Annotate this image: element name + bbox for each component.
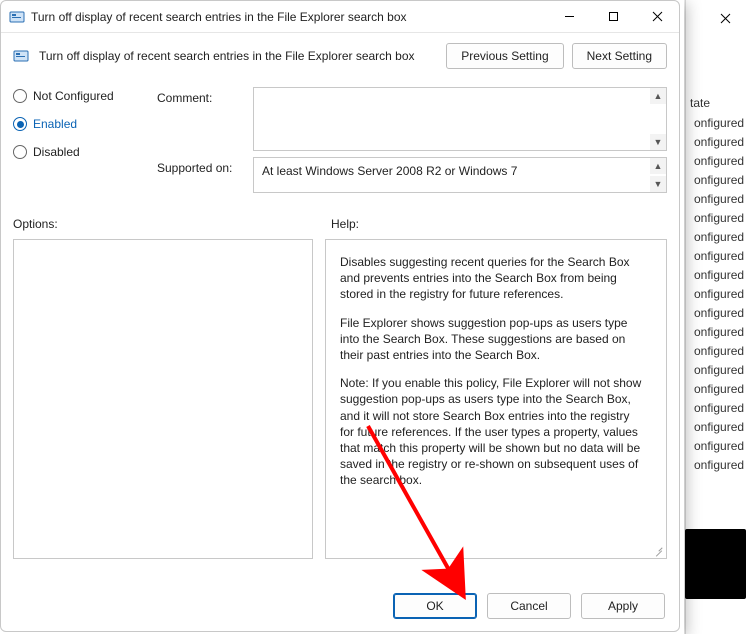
- bg-state-item[interactable]: onfigured: [690, 342, 744, 361]
- bg-state-list: onfiguredonfiguredonfiguredonfiguredonfi…: [690, 114, 744, 475]
- scroll-down-icon[interactable]: ▼: [650, 176, 666, 192]
- bg-state-item[interactable]: onfigured: [690, 190, 744, 209]
- radio-label: Enabled: [33, 117, 77, 131]
- help-paragraph: File Explorer shows suggestion pop-ups a…: [340, 315, 642, 364]
- supported-on-value: At least Windows Server 2008 R2 or Windo…: [254, 158, 666, 184]
- scroll-up-icon[interactable]: ▲: [650, 88, 666, 104]
- radio-label: Disabled: [33, 145, 80, 159]
- maximize-button[interactable]: [591, 2, 635, 32]
- help-pane: Disables suggesting recent queries for t…: [325, 239, 667, 559]
- options-pane: [13, 239, 313, 559]
- bg-state-item[interactable]: onfigured: [690, 361, 744, 380]
- scroll-up-icon[interactable]: ▲: [650, 158, 666, 174]
- scroll-down-icon[interactable]: ▼: [650, 134, 666, 150]
- help-paragraph: Disables suggesting recent queries for t…: [340, 254, 642, 303]
- radio-not-configured[interactable]: Not Configured: [13, 89, 143, 103]
- bg-state-item[interactable]: onfigured: [690, 456, 744, 475]
- policy-icon: [13, 48, 29, 64]
- radio-disabled[interactable]: Disabled: [13, 145, 143, 159]
- state-radio-group: Not Configured Enabled Disabled: [13, 87, 143, 199]
- help-text: Disables suggesting recent queries for t…: [326, 240, 666, 510]
- stage: tate onfiguredonfiguredonfiguredonfigure…: [0, 0, 748, 634]
- radio-enabled[interactable]: Enabled: [13, 117, 143, 131]
- bg-close-button[interactable]: [702, 2, 748, 34]
- bg-preview-strip: [685, 529, 746, 599]
- supported-on-label: Supported on:: [157, 157, 243, 175]
- comment-value: [254, 88, 666, 100]
- radio-icon: [13, 117, 27, 131]
- close-button[interactable]: [635, 2, 679, 32]
- help-paragraph: Note: If you enable this policy, File Ex…: [340, 375, 642, 488]
- bg-state-item[interactable]: onfigured: [690, 152, 744, 171]
- apply-button[interactable]: Apply: [581, 593, 665, 619]
- ok-button[interactable]: OK: [393, 593, 477, 619]
- policy-icon: [9, 9, 25, 25]
- bg-state-item[interactable]: onfigured: [690, 133, 744, 152]
- cancel-button[interactable]: Cancel: [487, 593, 571, 619]
- bg-state-item[interactable]: onfigured: [690, 114, 744, 133]
- resize-grip-icon[interactable]: [652, 544, 664, 556]
- radio-label: Not Configured: [33, 89, 114, 103]
- help-label: Help:: [331, 217, 359, 231]
- bg-state-item[interactable]: onfigured: [690, 399, 744, 418]
- policy-dialog: Turn off display of recent search entrie…: [0, 0, 680, 632]
- window-title: Turn off display of recent search entrie…: [31, 10, 547, 24]
- bg-state-item[interactable]: onfigured: [690, 247, 744, 266]
- radio-icon: [13, 145, 27, 159]
- bg-titlebar: [686, 0, 748, 36]
- bg-state-item[interactable]: onfigured: [690, 285, 744, 304]
- bg-state-item[interactable]: onfigured: [690, 437, 744, 456]
- radio-icon: [13, 89, 27, 103]
- bg-state-item[interactable]: onfigured: [690, 323, 744, 342]
- bg-state-item[interactable]: onfigured: [690, 380, 744, 399]
- bg-state-item[interactable]: onfigured: [690, 228, 744, 247]
- supported-on-box: At least Windows Server 2008 R2 or Windo…: [253, 157, 667, 193]
- comment-textbox[interactable]: ▲ ▼: [253, 87, 667, 151]
- options-label: Options:: [13, 217, 331, 231]
- bg-state-item[interactable]: onfigured: [690, 304, 744, 323]
- bg-state-item[interactable]: onfigured: [690, 171, 744, 190]
- titlebar: Turn off display of recent search entrie…: [1, 1, 679, 33]
- bg-state-item[interactable]: onfigured: [690, 418, 744, 437]
- comment-label: Comment:: [157, 87, 243, 105]
- bg-state-item[interactable]: onfigured: [690, 266, 744, 285]
- bg-column-header: tate: [690, 96, 710, 110]
- bg-state-item[interactable]: onfigured: [690, 209, 744, 228]
- policy-subtitle: Turn off display of recent search entrie…: [37, 49, 438, 63]
- previous-setting-button[interactable]: Previous Setting: [446, 43, 563, 69]
- minimize-button[interactable]: [547, 2, 591, 32]
- next-setting-button[interactable]: Next Setting: [572, 43, 667, 69]
